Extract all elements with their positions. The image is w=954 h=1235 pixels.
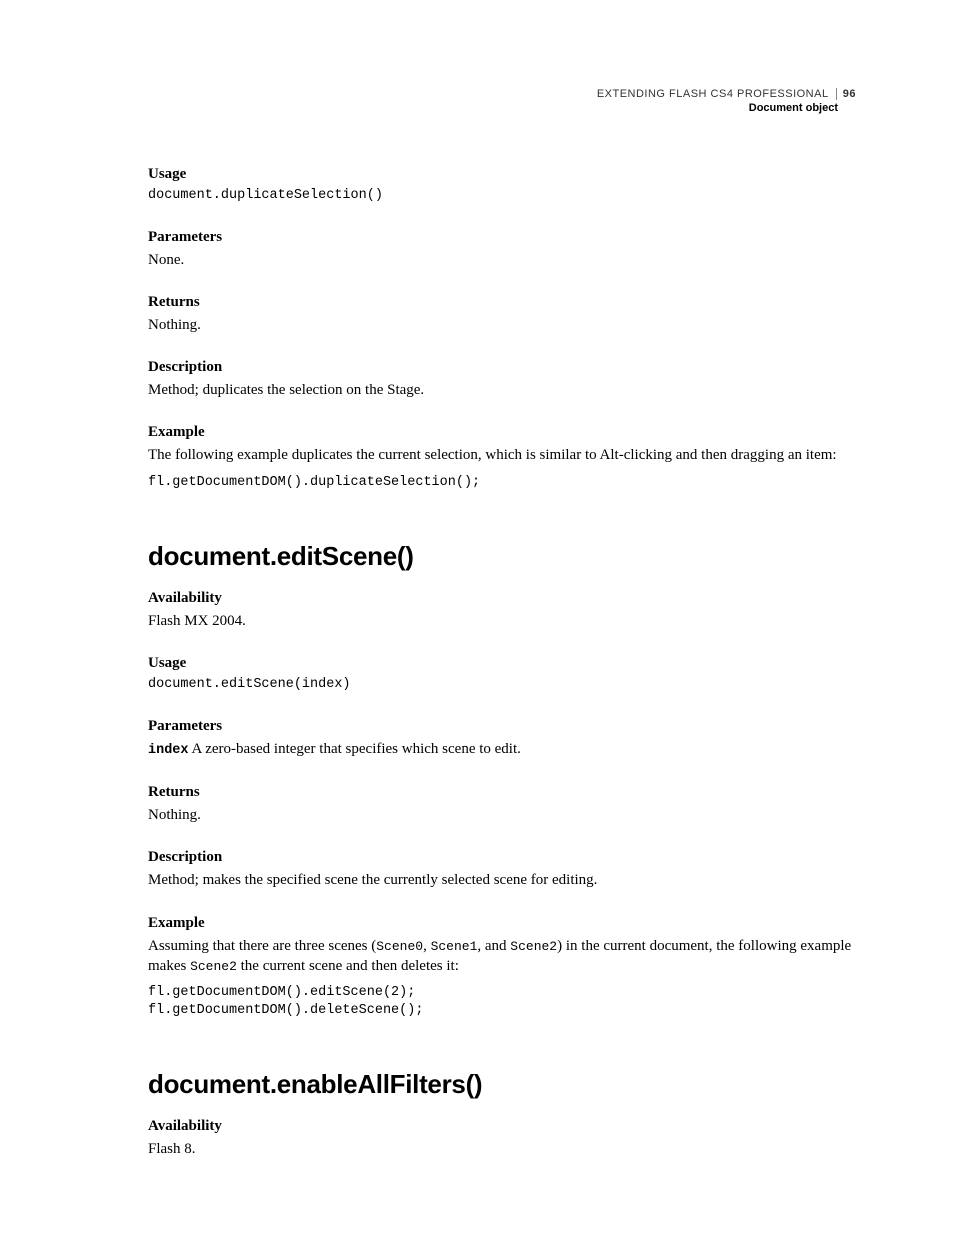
parameters-text: None. xyxy=(148,250,856,270)
returns-label: Returns xyxy=(148,294,856,311)
example-label: Example xyxy=(148,424,856,441)
description-text-2: Method; makes the specified scene the cu… xyxy=(148,870,856,890)
description-label: Description xyxy=(148,359,856,376)
example-label-2: Example xyxy=(148,915,856,932)
scene2b-code: Scene2 xyxy=(190,959,237,974)
method-title-editscene: document.editScene() xyxy=(148,541,856,572)
param-name-index: index xyxy=(148,743,189,758)
usage-code-2: document.editScene(index) xyxy=(148,676,856,694)
returns-text-2: Nothing. xyxy=(148,805,856,825)
description-text: Method; duplicates the selection on the … xyxy=(148,380,856,400)
scene1-code: Scene1 xyxy=(431,939,478,954)
returns-label-2: Returns xyxy=(148,784,856,801)
param-desc-index: A zero-based integer that specifies whic… xyxy=(189,741,521,757)
returns-text: Nothing. xyxy=(148,315,856,335)
method-title-enableallfilters: document.enableAllFilters() xyxy=(148,1069,856,1100)
availability-label-3: Availability xyxy=(148,1118,856,1135)
availability-text-3: Flash 8. xyxy=(148,1139,856,1159)
usage-label-2: Usage xyxy=(148,655,856,672)
page-header: EXTENDING FLASH CS4 PROFESSIONAL 96 Docu… xyxy=(148,88,856,114)
parameters-label: Parameters xyxy=(148,229,856,246)
parameters-label-2: Parameters xyxy=(148,718,856,735)
scene2-code: Scene2 xyxy=(510,939,557,954)
usage-code: document.duplicateSelection() xyxy=(148,187,856,205)
header-title: EXTENDING FLASH CS4 PROFESSIONAL xyxy=(597,88,828,100)
description-label-2: Description xyxy=(148,849,856,866)
page-content: EXTENDING FLASH CS4 PROFESSIONAL 96 Docu… xyxy=(0,0,954,1159)
example-text-post: the current scene and then deletes it: xyxy=(237,958,459,974)
header-title-line: EXTENDING FLASH CS4 PROFESSIONAL 96 xyxy=(148,88,856,100)
sep1: , xyxy=(423,938,431,954)
usage-label: Usage xyxy=(148,166,856,183)
parameter-line: index A zero-based integer that specifie… xyxy=(148,739,856,760)
page-number: 96 xyxy=(836,88,856,100)
scene0-code: Scene0 xyxy=(376,939,423,954)
example-text-pre: Assuming that there are three scenes ( xyxy=(148,938,376,954)
sep2: , and xyxy=(477,938,510,954)
availability-text: Flash MX 2004. xyxy=(148,611,856,631)
example-code-2: fl.getDocumentDOM().editScene(2); fl.get… xyxy=(148,984,856,1019)
example-text-2: Assuming that there are three scenes (Sc… xyxy=(148,936,856,977)
header-subtitle: Document object xyxy=(148,102,856,114)
example-code: fl.getDocumentDOM().duplicateSelection()… xyxy=(148,474,856,492)
availability-label: Availability xyxy=(148,590,856,607)
example-text: The following example duplicates the cur… xyxy=(148,445,856,465)
